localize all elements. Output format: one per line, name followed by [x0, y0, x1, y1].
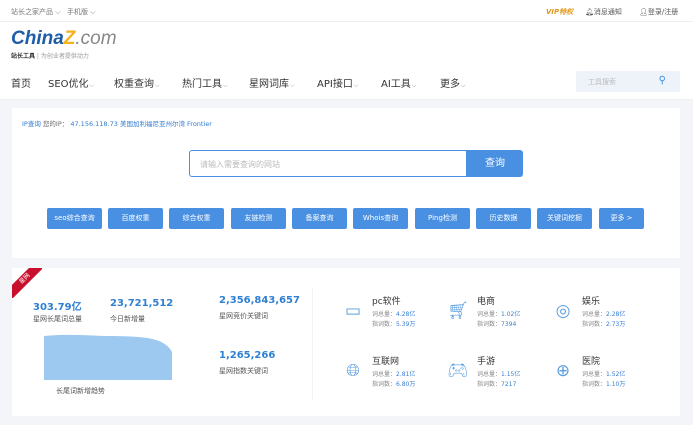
globe-icon: 🌐︎: [346, 361, 360, 381]
bid-keywords-label: 星网竞价关键词: [219, 312, 268, 320]
today-new-label: 今日新增量: [110, 315, 145, 323]
category-mobile-games[interactable]: 🎮︎ 手游 词总量：1.15亿 指词数：7217: [447, 354, 547, 394]
nav-hot-tools[interactable]: 热门工具: [182, 75, 228, 90]
ip-info: IP查询 您的IP： 47.156.118.73 美国加利福尼亚州尔湾 Fron…: [22, 120, 212, 128]
total-keywords-value: 303.79亿: [33, 302, 82, 313]
index-keywords-label: 星网指数关键词: [219, 367, 268, 375]
quick-link-history[interactable]: 历史数据: [476, 208, 531, 229]
total-keywords-label: 星网长尾词总量: [33, 315, 82, 323]
nav-weight[interactable]: 权重查询: [114, 75, 160, 90]
quick-link-overall-weight[interactable]: 综合权重: [169, 208, 224, 229]
quick-link-keyword-mining[interactable]: 关键词挖掘: [537, 208, 592, 229]
ip-query-link[interactable]: IP查询: [22, 120, 41, 128]
keyword-stats-panel: 星网 303.79亿 星网长尾词总量 23,721,512 今日新增量 长尾词新…: [12, 268, 680, 416]
index-keywords-value: 1,265,266: [219, 350, 276, 361]
nav-seo[interactable]: SEO优化: [48, 75, 94, 90]
nav-home[interactable]: 首页: [11, 75, 32, 90]
nav-keyword-db[interactable]: 星网词库: [249, 75, 295, 90]
bell-icon: 🔔︎: [585, 8, 594, 16]
gamepad-icon: 🎮︎: [447, 361, 469, 381]
category-internet[interactable]: 🌐︎ 互联网 词总量：2.81亿 指词数：6.80万: [342, 354, 442, 394]
site-query-input[interactable]: 请输入需要查询的网站: [189, 150, 467, 177]
entertainment-icon: ◎: [555, 301, 571, 321]
quick-link-friend-links[interactable]: 友链检测: [231, 208, 286, 229]
quick-link-more[interactable]: 更多 >: [599, 208, 644, 229]
top-bar: 站长之家产品 ⌵ 手机版 ⌵ VIP特权 🔔︎消息通知 👤︎登录/注册: [0, 0, 693, 22]
bid-keywords-value: 2,356,843,657: [219, 295, 300, 306]
quick-link-baidu-weight[interactable]: 百度权重: [108, 208, 163, 229]
logo[interactable]: ChinaZ.com: [11, 28, 117, 50]
today-new-value: 23,721,512: [110, 298, 174, 309]
divider: [312, 288, 313, 400]
products-menu[interactable]: 站长之家产品 ⌵: [11, 7, 61, 17]
trend-area-chart: [44, 334, 172, 380]
nav-ai-tools[interactable]: AI工具: [381, 75, 416, 90]
cart-icon: 🛒︎: [447, 301, 469, 321]
category-entertainment[interactable]: ◎ 娱乐 词总量：2.28亿 指词数：2.73万: [552, 294, 652, 334]
header: 站长之家产品 ⌵ 手机版 ⌵ VIP特权 🔔︎消息通知 👤︎登录/注册 Chin…: [0, 0, 693, 100]
category-pc-software[interactable]: ▭ pc软件 词总量：4.28亿 指词数：5.39万: [342, 294, 442, 334]
quick-link-whois[interactable]: Whois查询: [353, 208, 408, 229]
quick-link-seo[interactable]: seo综合查询: [47, 208, 102, 229]
quick-link-icp[interactable]: 备案查询: [292, 208, 347, 229]
login-link[interactable]: 👤︎登录/注册: [639, 7, 678, 17]
search-icon[interactable]: ⚲: [659, 75, 666, 86]
category-hospital[interactable]: ⊕ 医院 词总量：1.52亿 指词数：1.10万: [552, 354, 652, 394]
notice-link[interactable]: 🔔︎消息通知: [585, 7, 622, 17]
nav-more[interactable]: 更多: [440, 75, 466, 90]
trend-label: 长尾词新增趋势: [56, 387, 105, 395]
vip-link[interactable]: VIP特权: [546, 7, 573, 17]
trend-area: [44, 334, 172, 380]
monitor-code-icon: ▭: [344, 301, 362, 321]
query-panel: IP查询 您的IP： 47.156.118.73 美国加利福尼亚州尔湾 Fron…: [12, 108, 680, 258]
nav-api[interactable]: API接口: [317, 75, 358, 90]
mobile-menu[interactable]: 手机版 ⌵: [67, 7, 96, 17]
slogan: 站长工具 | 为创业者提供动力: [11, 53, 89, 60]
quick-link-ping[interactable]: Ping检测: [415, 208, 470, 229]
user-icon: 👤︎: [639, 8, 648, 16]
tool-search-input[interactable]: 工具搜索 ⚲: [576, 71, 680, 92]
medical-kit-icon: ⊕: [555, 361, 571, 381]
ribbon-badge: 星网: [12, 268, 42, 298]
category-ecommerce[interactable]: 🛒︎ 电商 词总量：1.02亿 指词数：7394: [447, 294, 547, 334]
query-button[interactable]: 查询: [467, 150, 523, 177]
